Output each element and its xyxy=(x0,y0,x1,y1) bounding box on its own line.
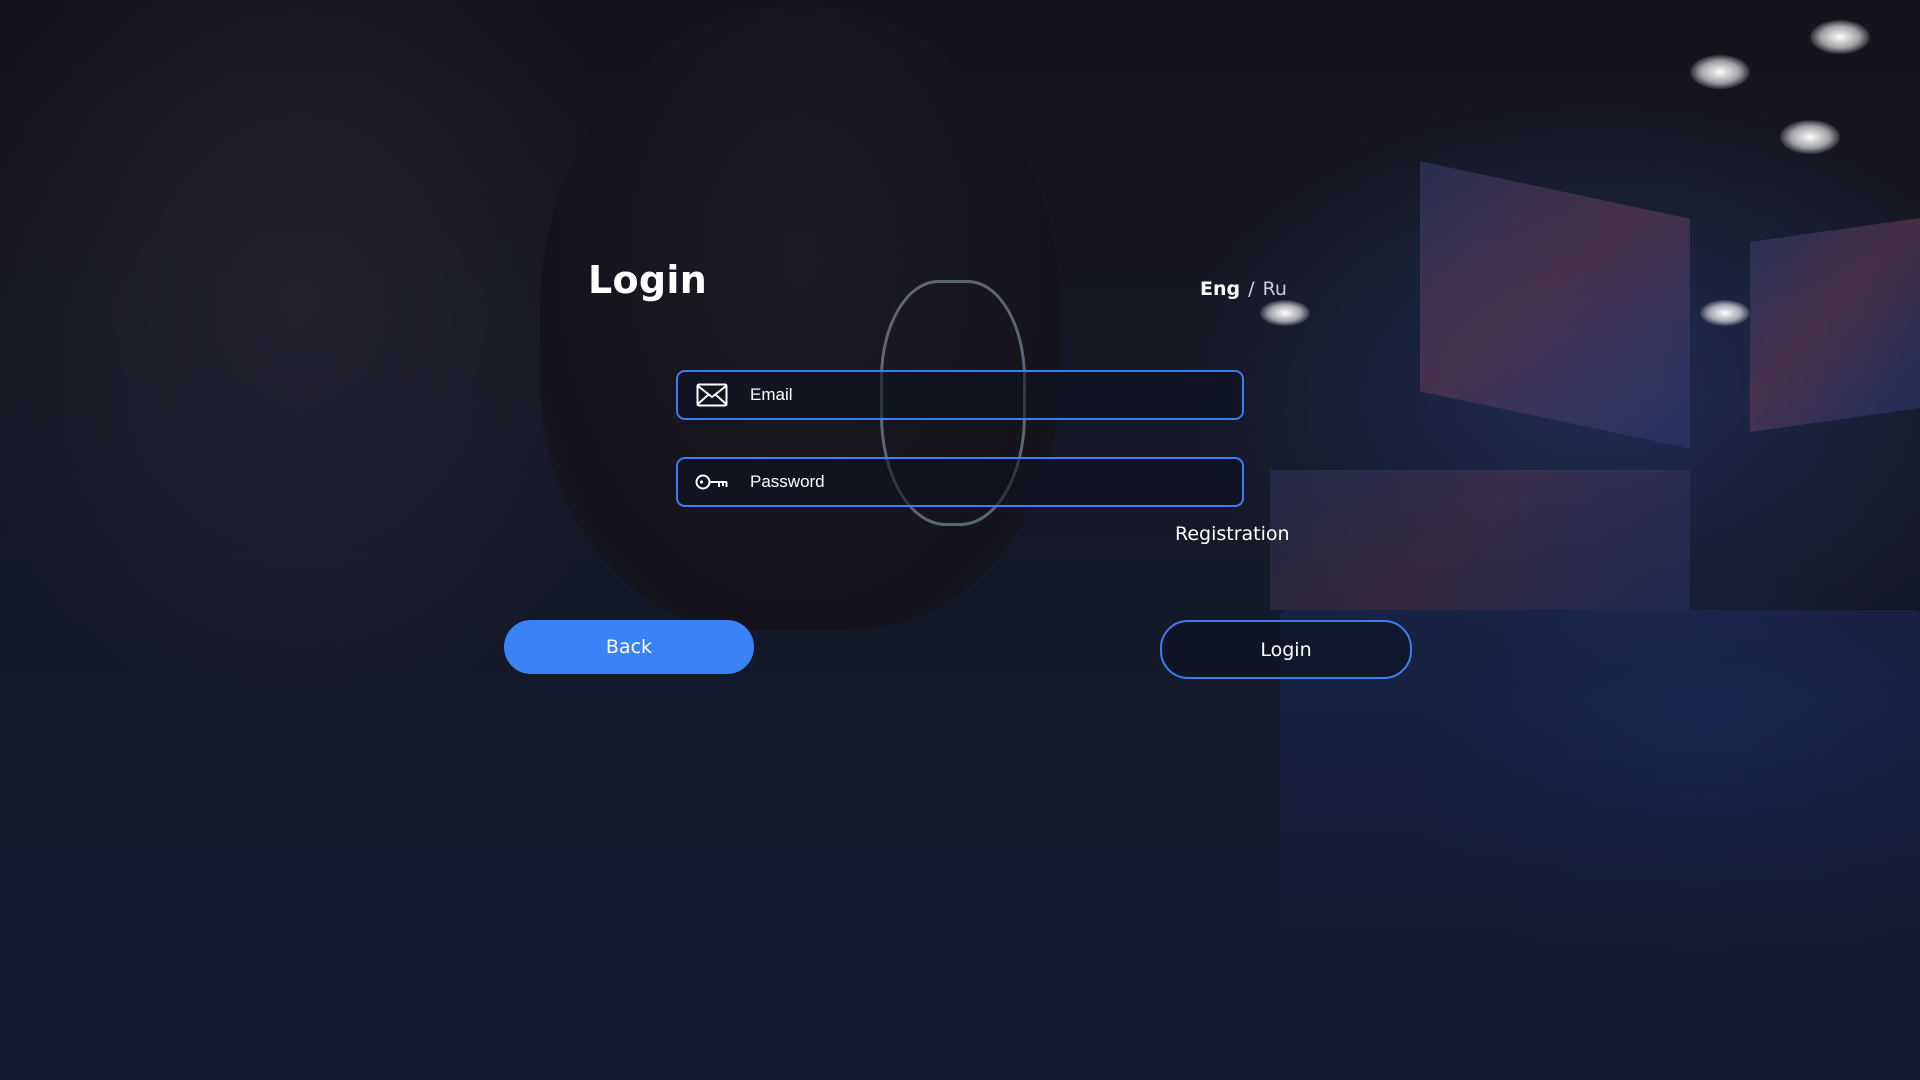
login-button-label: Login xyxy=(1260,638,1312,661)
back-button-label: Back xyxy=(605,636,653,658)
ceiling-light xyxy=(1690,55,1750,89)
back-button[interactable]: Back xyxy=(504,620,754,674)
language-switcher: Eng / Ru xyxy=(1200,278,1287,300)
email-field[interactable] xyxy=(676,370,1244,420)
envelope-icon xyxy=(694,381,730,409)
password-input[interactable] xyxy=(748,458,1242,506)
ceiling-light xyxy=(1780,120,1840,154)
ceiling-light xyxy=(1700,300,1750,326)
language-separator: / xyxy=(1248,278,1255,300)
page-title: Login xyxy=(588,258,708,302)
ceiling-light xyxy=(1260,300,1310,326)
ceiling-light xyxy=(1810,20,1870,54)
background-fade xyxy=(0,700,1920,1080)
password-field[interactable] xyxy=(676,457,1244,507)
email-input[interactable] xyxy=(748,371,1242,419)
background-banner xyxy=(1750,218,1920,432)
registration-link[interactable]: Registration xyxy=(1175,523,1290,545)
background-banner xyxy=(1270,470,1690,610)
login-button[interactable]: Login xyxy=(1160,620,1412,679)
login-screen: Login Eng / Ru Email Registration Back L… xyxy=(0,0,1920,1080)
language-ru[interactable]: Ru xyxy=(1263,278,1287,300)
language-eng[interactable]: Eng xyxy=(1200,278,1240,300)
key-icon xyxy=(694,468,730,496)
